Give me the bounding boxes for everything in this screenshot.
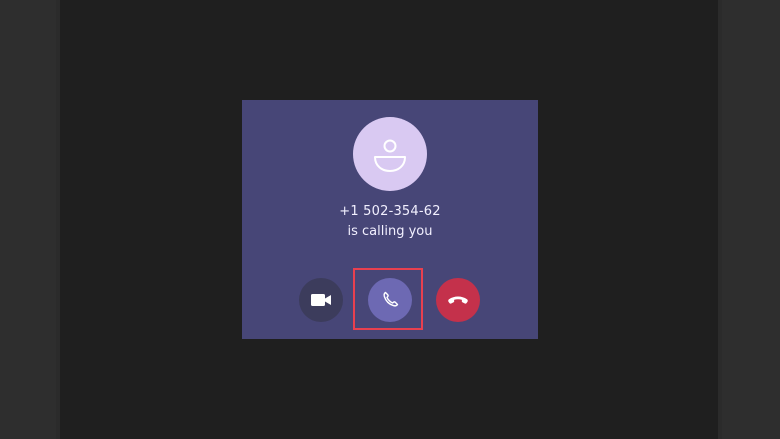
hang-up-icon (448, 296, 468, 304)
left-panel (0, 0, 56, 439)
caller-number: +1 502-354-62 (339, 204, 441, 219)
app-window: +1 502-354-62 is calling you (0, 0, 780, 439)
accept-audio-button[interactable] (368, 278, 412, 322)
phone-icon (383, 291, 399, 307)
incoming-call-card: +1 502-354-62 is calling you (242, 100, 538, 339)
call-status-text: is calling you (347, 224, 433, 239)
caller-avatar (353, 117, 427, 191)
accept-video-button[interactable] (299, 278, 343, 322)
video-camera-icon (311, 294, 331, 306)
person-icon (374, 139, 406, 172)
right-panel (722, 0, 780, 439)
decline-call-button[interactable] (436, 278, 480, 322)
